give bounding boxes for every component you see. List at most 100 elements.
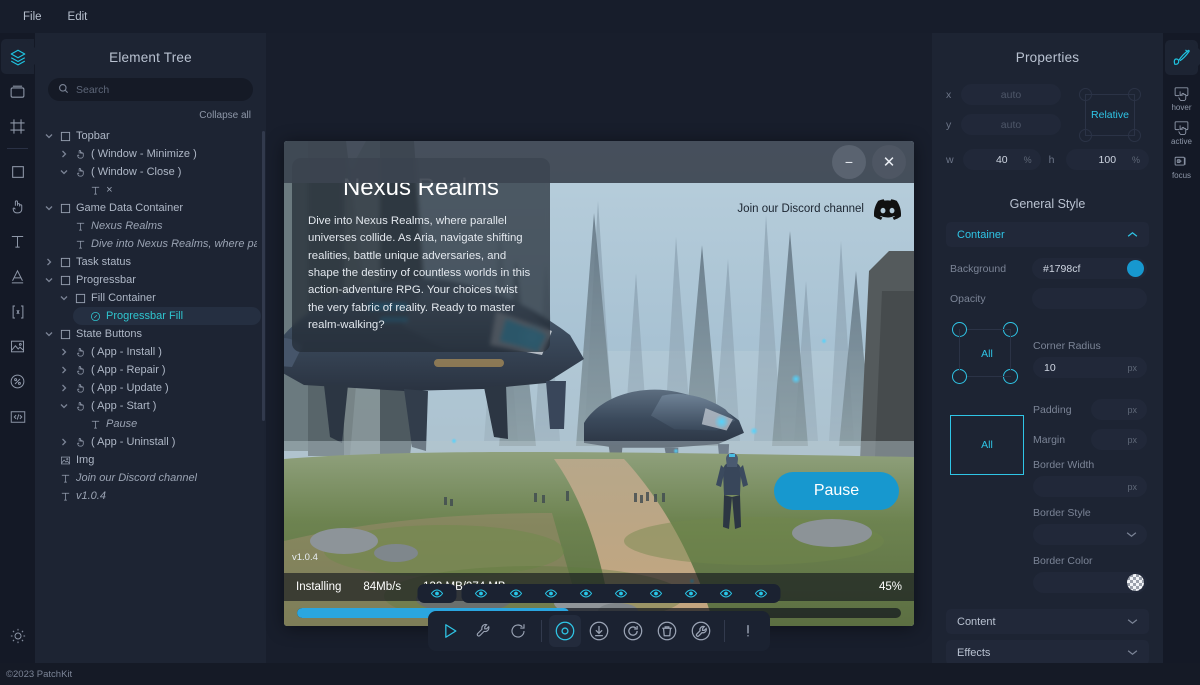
margin-input[interactable]: px [1091, 429, 1147, 450]
tree-caret-down-icon[interactable] [43, 205, 54, 211]
window-close-button[interactable]: ✕ [872, 145, 906, 179]
background-input[interactable]: #1798cf [1032, 258, 1147, 279]
search-input[interactable] [76, 83, 243, 96]
eye-icon-7[interactable] [674, 584, 709, 603]
repair-icon[interactable] [468, 615, 500, 647]
tree-node[interactable]: Progressbar Fill [73, 307, 261, 325]
tree-node[interactable]: Fill Container [58, 289, 261, 307]
anchor-dot-bottom-left[interactable] [1079, 129, 1092, 142]
tree-scrollbar[interactable] [262, 131, 265, 421]
state-repair-icon[interactable] [685, 615, 717, 647]
progress-icon[interactable] [1, 364, 34, 399]
focus-state-icon[interactable]: focus [1166, 153, 1198, 180]
border-color-input[interactable] [1033, 572, 1147, 593]
eye-icon-4[interactable] [569, 584, 604, 603]
corner-selector[interactable]: All [950, 318, 1024, 390]
tree-node[interactable]: Progressbar [43, 271, 261, 289]
tree-node[interactable]: State Buttons [43, 325, 261, 343]
tree-caret-down-icon[interactable] [43, 277, 54, 283]
tree-caret-right-icon[interactable] [58, 348, 69, 356]
tree-node[interactable]: × [73, 181, 261, 199]
menu-item-file[interactable]: File [12, 7, 53, 27]
rectangle-icon[interactable] [1, 154, 34, 189]
tree-caret-right-icon[interactable] [58, 384, 69, 392]
pause-button[interactable]: Pause [774, 472, 899, 510]
error-icon[interactable] [732, 615, 764, 647]
tree-caret-down-icon[interactable] [58, 295, 69, 301]
tree-node[interactable]: Pause [73, 415, 261, 433]
tree-caret-down-icon[interactable] [58, 403, 69, 409]
image-icon[interactable] [1, 329, 34, 364]
tree-caret-right-icon[interactable] [43, 258, 54, 266]
state-update-icon[interactable] [617, 615, 649, 647]
eye-icon-6[interactable] [639, 584, 674, 603]
discord-link[interactable]: Join our Discord channel [737, 195, 901, 223]
tree-node[interactable]: Join our Discord channel [43, 469, 261, 487]
tree-node[interactable]: ( App - Repair ) [58, 361, 261, 379]
anchor-dot-top-left[interactable] [1079, 88, 1092, 101]
window-minimize-button[interactable]: − [832, 145, 866, 179]
tree-caret-right-icon[interactable] [58, 366, 69, 374]
hover-state-icon[interactable]: hover [1166, 85, 1198, 112]
tree-caret-right-icon[interactable] [58, 150, 69, 158]
tree-caret-down-icon[interactable] [43, 133, 54, 139]
button-hand-icon[interactable] [1, 189, 34, 224]
opacity-input[interactable] [1032, 288, 1147, 309]
state-install-icon[interactable] [583, 615, 615, 647]
eye-icon-9[interactable] [744, 584, 779, 603]
background-color-swatch[interactable] [1127, 260, 1144, 277]
search-box[interactable] [48, 78, 253, 101]
anchor-dot-bottom-right[interactable] [1128, 129, 1141, 142]
active-state-icon[interactable]: active [1166, 119, 1198, 146]
tree-caret-down-icon[interactable] [58, 169, 69, 175]
assets-folder-icon[interactable] [1, 74, 34, 109]
element-tree-list[interactable]: Topbar ( Window - Minimize ) ( Window - Cl… [35, 127, 266, 655]
frame-icon[interactable] [1, 109, 34, 144]
tree-node[interactable]: ( Window - Minimize ) [58, 145, 261, 163]
eye-icon-5[interactable] [604, 584, 639, 603]
y-input[interactable]: auto [961, 114, 1061, 135]
update-icon[interactable] [502, 615, 534, 647]
height-input[interactable]: 100 % [1065, 149, 1149, 170]
tree-node[interactable]: Topbar [43, 127, 261, 145]
tree-node[interactable]: ( App - Update ) [58, 379, 261, 397]
tree-node[interactable]: Nexus Realms [58, 217, 261, 235]
border-color-swatch[interactable] [1127, 574, 1144, 591]
tree-node[interactable]: ( App - Uninstall ) [58, 433, 261, 451]
content-accordion-header[interactable]: Content [946, 609, 1149, 634]
tree-node[interactable]: Task status [43, 253, 261, 271]
padding-input[interactable]: px [1091, 399, 1147, 420]
eye-icon-0[interactable] [420, 584, 455, 603]
tree-node[interactable]: ( Window - Close ) [58, 163, 261, 181]
spacing-all-selector[interactable]: All [950, 415, 1024, 475]
eye-icon-3[interactable] [534, 584, 569, 603]
tree-caret-right-icon[interactable] [58, 438, 69, 446]
state-idle-icon[interactable] [549, 615, 581, 647]
theme-brightness-icon[interactable] [1, 618, 34, 653]
eye-icon-2[interactable] [499, 584, 534, 603]
text-icon[interactable] [1, 224, 34, 259]
width-input[interactable]: 40 % [963, 149, 1041, 170]
border-width-input[interactable]: px [1033, 476, 1147, 497]
anchor-dot-top-right[interactable] [1128, 88, 1141, 101]
brush-icon[interactable] [1165, 40, 1200, 75]
position-mode-selector[interactable]: Relative [1071, 84, 1149, 146]
state-uninstall-icon[interactable] [651, 615, 683, 647]
effects-accordion-header[interactable]: Effects [946, 640, 1149, 663]
container-accordion-header[interactable]: Container [946, 222, 1149, 247]
tree-node[interactable]: ( App - Start ) [58, 397, 261, 415]
menu-item-edit[interactable]: Edit [57, 7, 99, 27]
variable-icon[interactable] [1, 294, 34, 329]
eye-icon-1[interactable] [464, 584, 499, 603]
tree-node[interactable]: Dive into Nexus Realms, where para [58, 235, 261, 253]
tree-node[interactable]: ( App - Install ) [58, 343, 261, 361]
layers-icon[interactable] [1, 39, 43, 74]
corner-radius-input[interactable]: 10 px [1033, 357, 1147, 378]
tree-node[interactable]: Img [43, 451, 261, 469]
code-icon[interactable] [1, 399, 34, 434]
play-icon[interactable] [434, 615, 466, 647]
collapse-all-button[interactable]: Collapse all [35, 101, 266, 127]
tree-node[interactable]: v1.0.4 [43, 487, 261, 505]
tree-node[interactable]: Game Data Container [43, 199, 261, 217]
eye-icon-8[interactable] [709, 584, 744, 603]
